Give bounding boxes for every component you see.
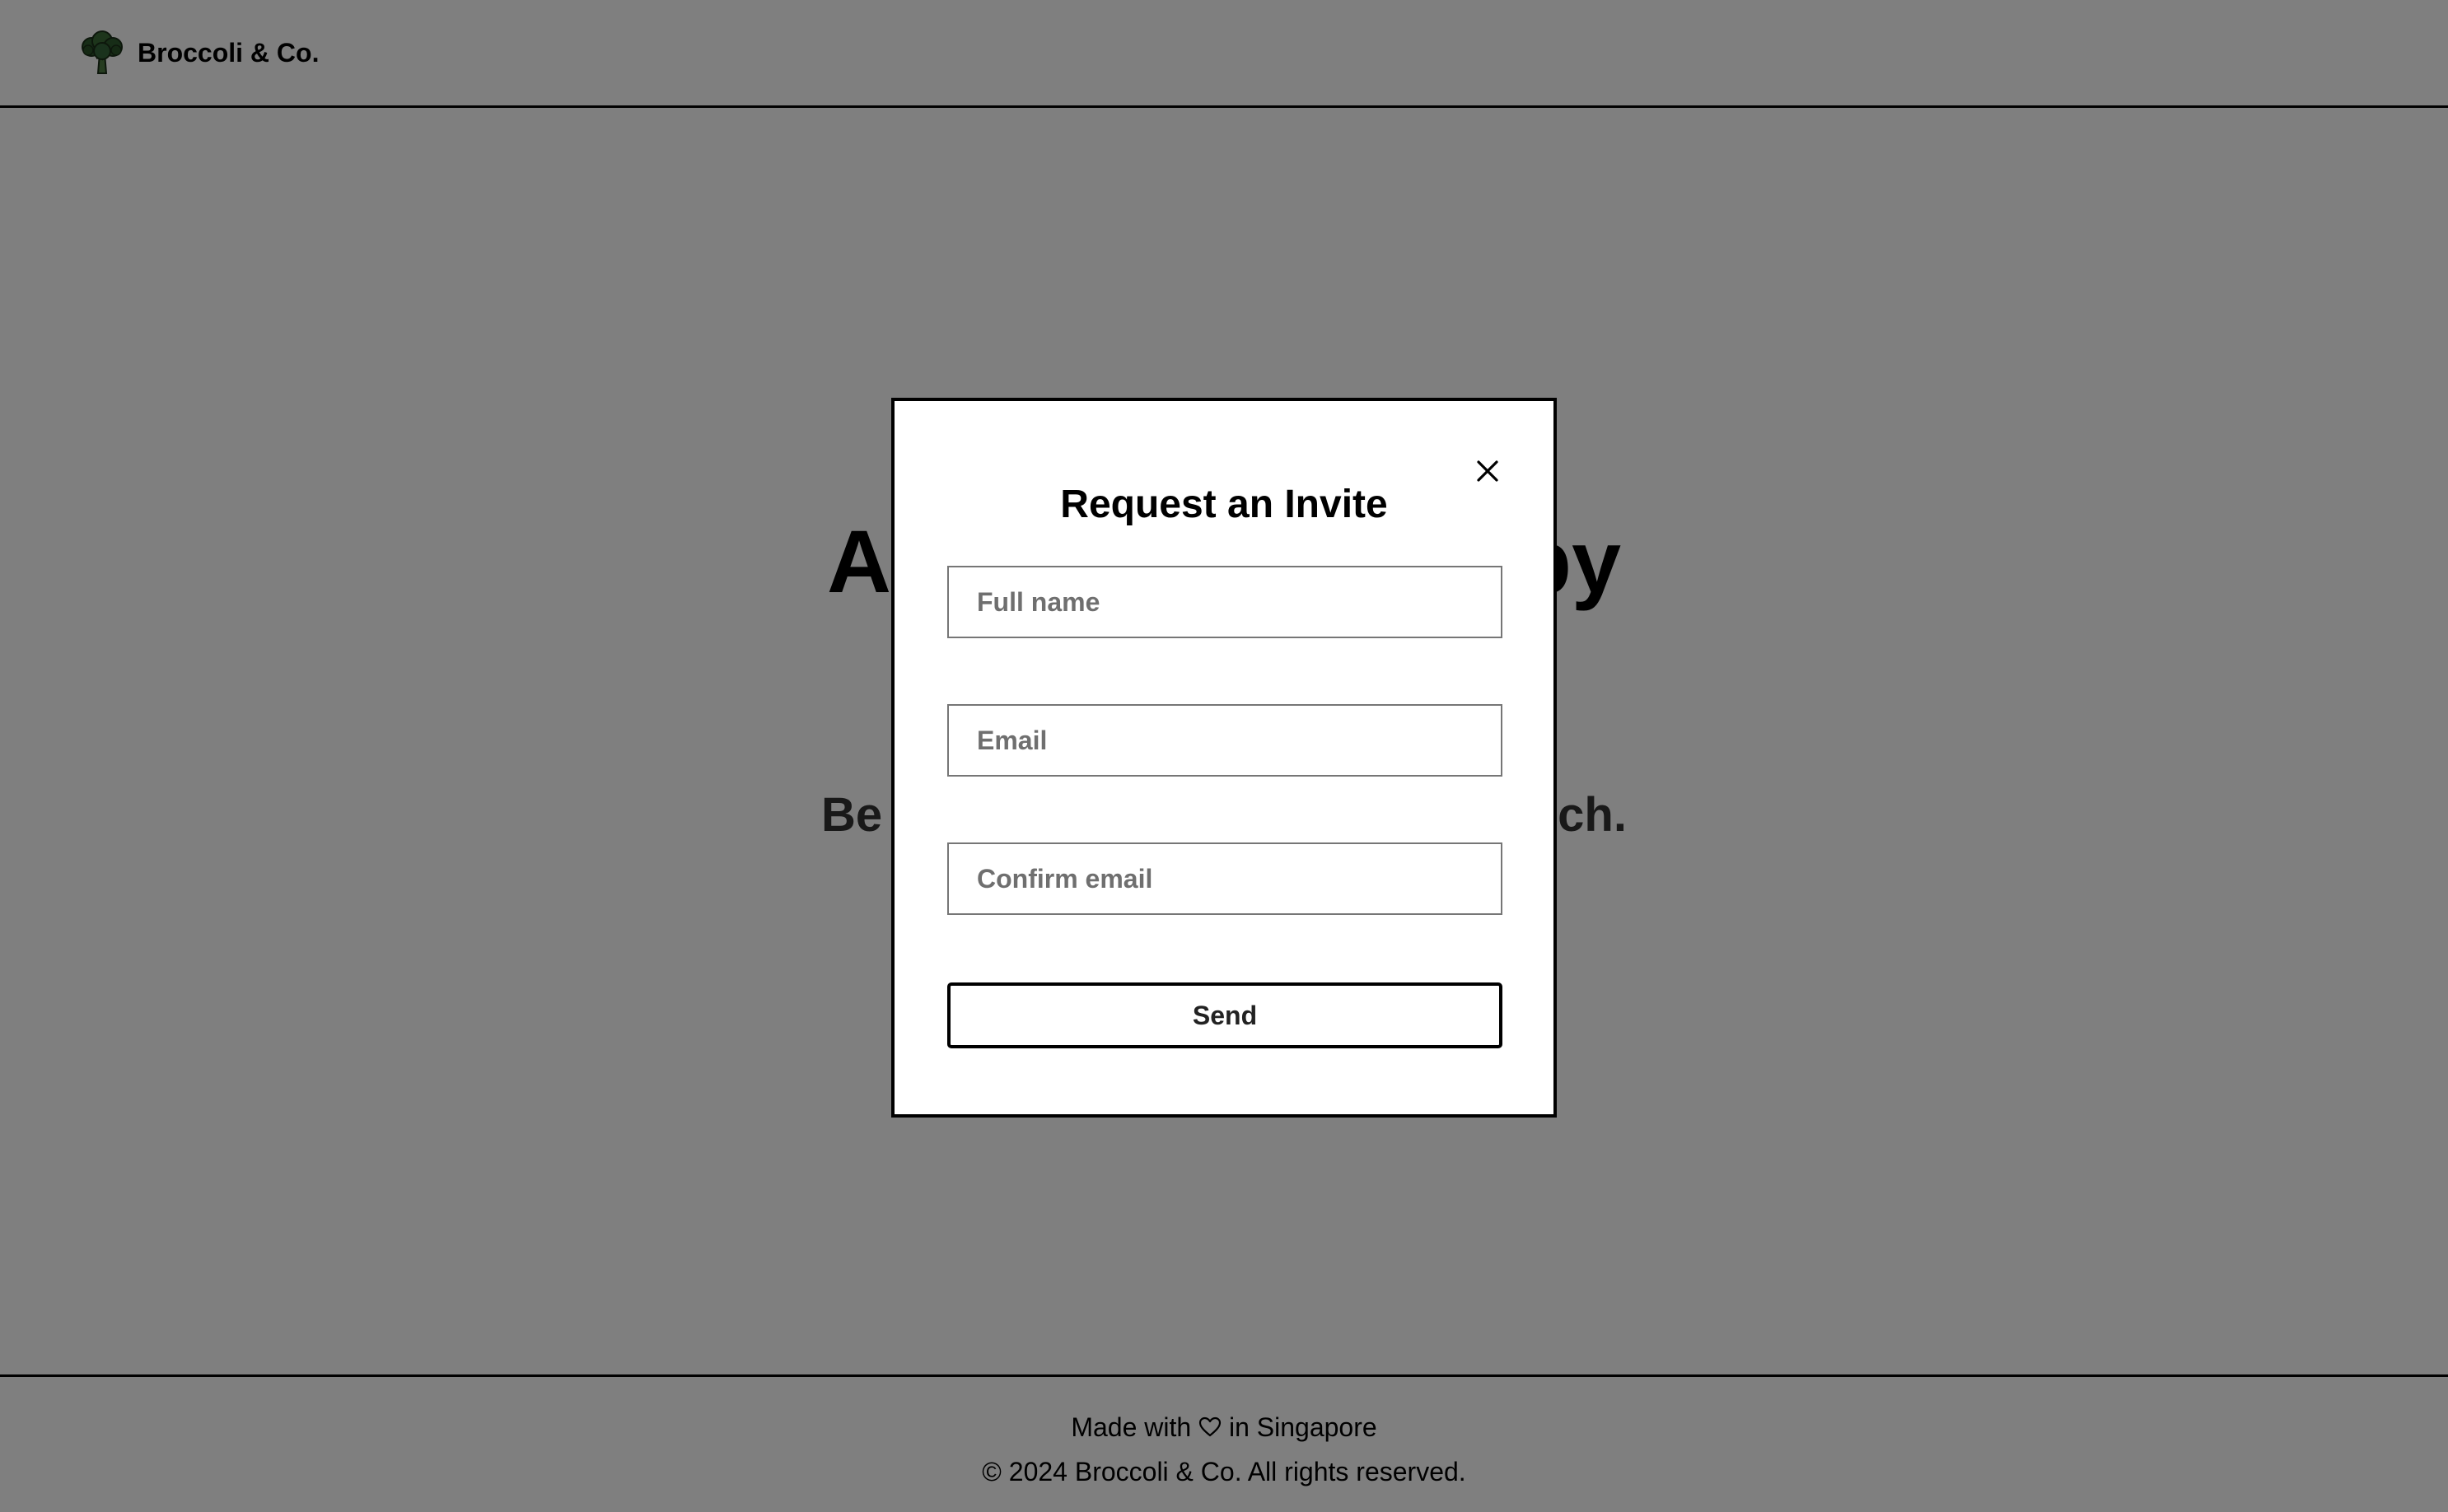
page: Broccoli & Co. Apy Bech. Made with in Si… (0, 0, 2448, 1512)
full-name-input[interactable] (947, 566, 1502, 638)
email-input[interactable] (947, 704, 1502, 777)
confirm-email-input[interactable] (947, 842, 1502, 915)
send-button[interactable]: Send (947, 982, 1502, 1048)
modal-title: Request an Invite (1060, 483, 1388, 526)
invite-modal: Request an Invite Send (891, 398, 1557, 1118)
